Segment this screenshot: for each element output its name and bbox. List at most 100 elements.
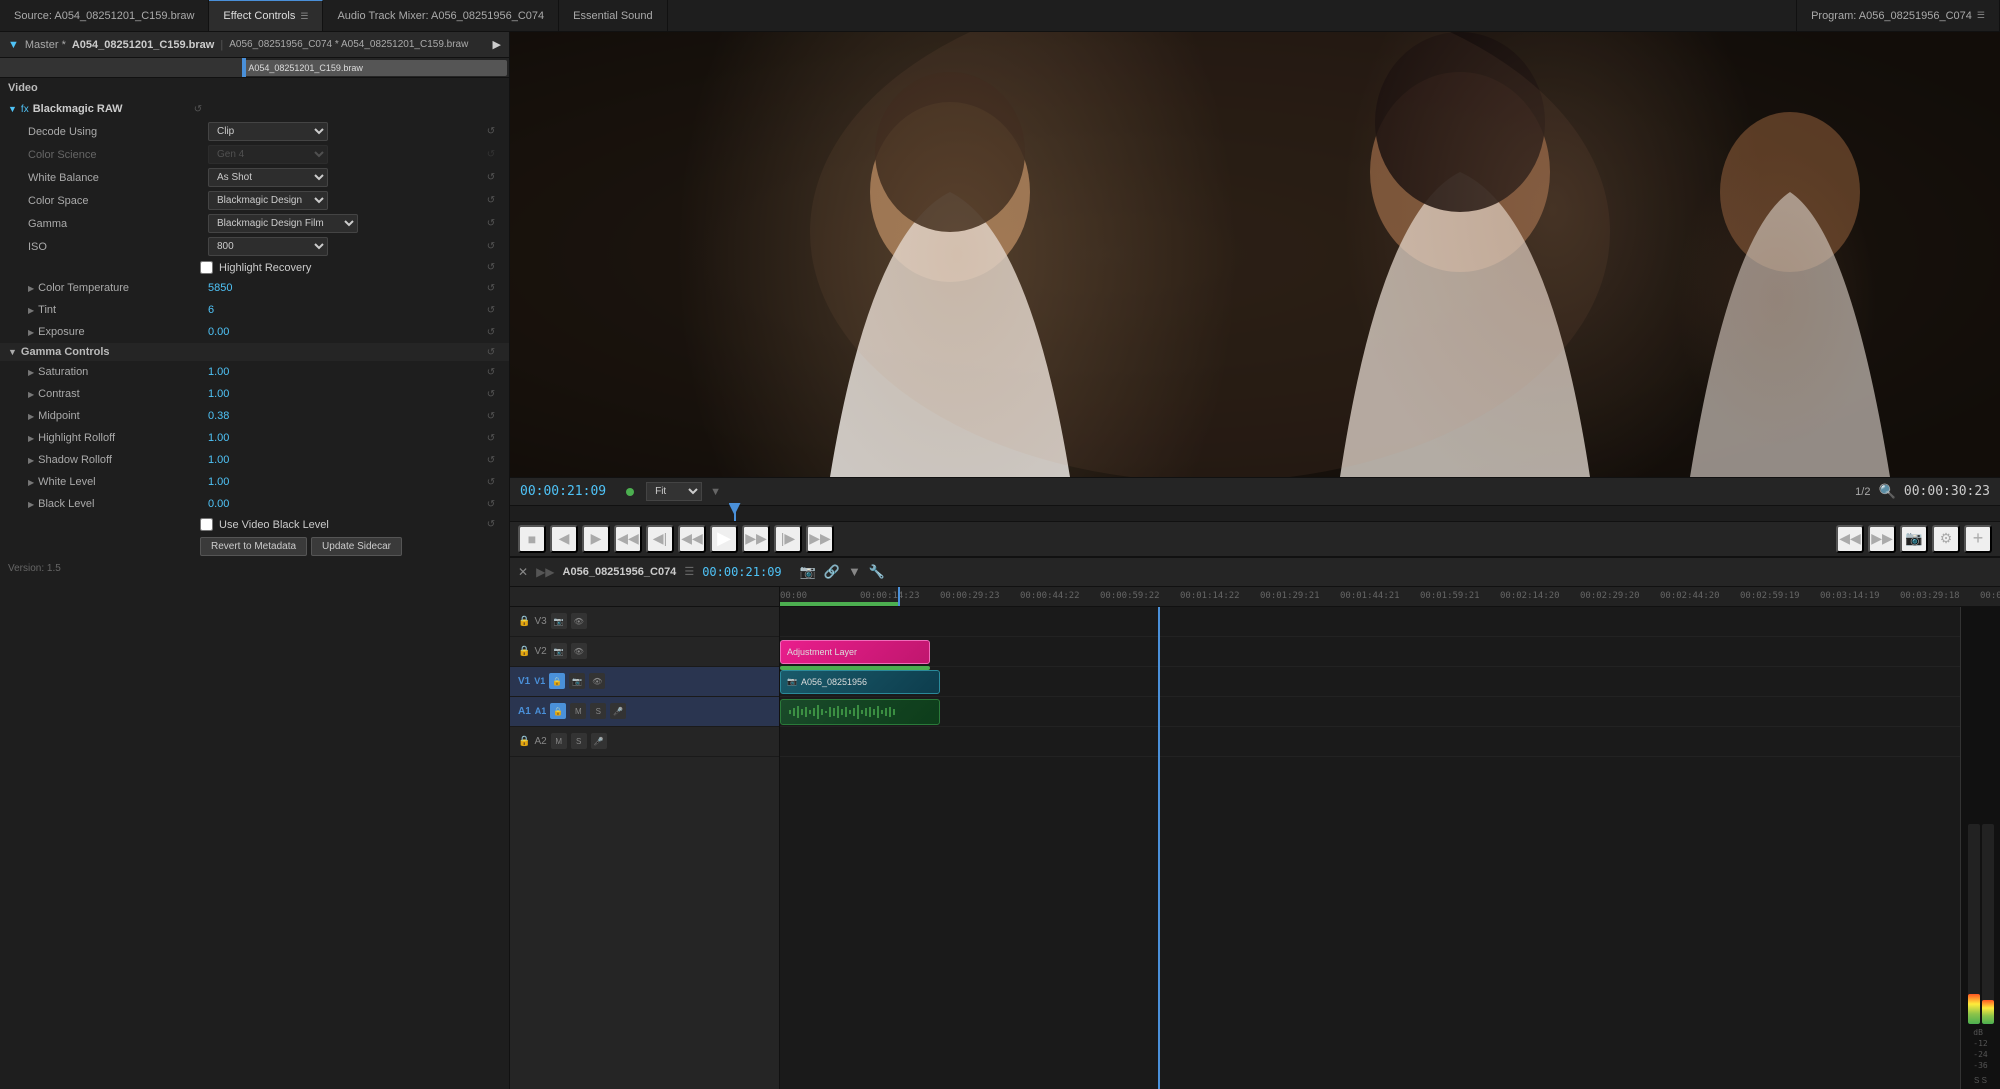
a1-toggle-btn[interactable]: M: [570, 703, 586, 719]
v3-eye-btn[interactable]: 👁: [571, 613, 587, 629]
panel-menu-icon[interactable]: ☰: [300, 11, 308, 22]
monitor-progress-bar[interactable]: [510, 505, 2000, 521]
step-forward-button[interactable]: |▶: [774, 525, 802, 553]
wl-reset[interactable]: ↺: [481, 477, 501, 488]
add-button[interactable]: +: [1964, 525, 1992, 553]
mid-chevron[interactable]: ▶: [28, 412, 34, 421]
play-button[interactable]: ▶: [710, 525, 738, 553]
color-temp-reset[interactable]: ↺: [481, 283, 501, 294]
settings-button[interactable]: ⚙: [1932, 525, 1960, 553]
zoom-icon[interactable]: 🔍: [1878, 483, 1895, 500]
update-sidecar-button[interactable]: Update Sidecar: [311, 537, 402, 556]
gamma-controls-chevron[interactable]: ▼: [8, 347, 17, 357]
tint-chevron[interactable]: ▶: [28, 306, 34, 315]
overwrite-button[interactable]: ▶▶: [1868, 525, 1896, 553]
v2-toggle-btn[interactable]: 📷: [551, 643, 567, 659]
black-level-value[interactable]: 0.00: [208, 498, 481, 510]
step-back-button[interactable]: ◀|: [646, 525, 674, 553]
contrast-value[interactable]: 1.00: [208, 388, 481, 400]
gamma-select[interactable]: Blackmagic Design Film: [208, 214, 358, 233]
color-temp-value[interactable]: 5850: [208, 282, 481, 294]
mini-timeline-strip[interactable]: A054_08251201_C159.braw: [0, 58, 509, 78]
highlight-recovery-reset[interactable]: ↺: [481, 262, 501, 273]
linked-select-button[interactable]: 🔗: [822, 562, 842, 582]
tab-effect-controls[interactable]: Effect Controls ☰: [209, 0, 323, 31]
marker-button[interactable]: ▼: [846, 562, 863, 582]
snap-button[interactable]: 📷: [798, 562, 818, 582]
sr-reset[interactable]: ↺: [481, 455, 501, 466]
add-marker-button[interactable]: ■: [518, 525, 546, 553]
v1-toggle-btn[interactable]: 📷: [569, 673, 585, 689]
a1-solo-btn[interactable]: S: [590, 703, 606, 719]
exposure-chevron[interactable]: ▶: [28, 328, 34, 337]
saturation-value[interactable]: 1.00: [208, 366, 481, 378]
video-clip-v1[interactable]: 📷 A056_08251956: [780, 670, 940, 694]
in-point-button[interactable]: ◀: [550, 525, 578, 553]
highlight-rolloff-value[interactable]: 1.00: [208, 432, 481, 444]
timeline-close-x[interactable]: ✕: [518, 565, 528, 579]
tint-value[interactable]: 6: [208, 304, 481, 316]
tab-essential-sound[interactable]: Essential Sound: [559, 0, 668, 31]
timeline-ruler[interactable]: 00:00 00:00:14:23 00:00:29:23 00:00:44:2…: [510, 587, 2000, 607]
master-expand-icon[interactable]: ▶: [493, 38, 501, 51]
white-balance-reset[interactable]: ↺: [481, 172, 501, 183]
go-to-in-button[interactable]: ◀◀: [614, 525, 642, 553]
tint-reset[interactable]: ↺: [481, 305, 501, 316]
a1-mic-btn[interactable]: 🎤: [610, 703, 626, 719]
prev-frame-button[interactable]: ◀◀: [678, 525, 706, 553]
go-to-out-button[interactable]: ▶▶: [806, 525, 834, 553]
gamma-reset[interactable]: ↺: [481, 218, 501, 229]
contrast-chevron[interactable]: ▶: [28, 390, 34, 399]
color-temp-chevron[interactable]: ▶: [28, 284, 34, 293]
next-frame-button[interactable]: ▶▶: [742, 525, 770, 553]
bl-reset[interactable]: ↺: [481, 499, 501, 510]
insert-button[interactable]: ◀◀: [1836, 525, 1864, 553]
playhead[interactable]: [734, 506, 736, 521]
fx-enabled-icon[interactable]: fx: [21, 104, 29, 115]
white-balance-select[interactable]: As Shot Daylight Custom: [208, 168, 328, 187]
iso-select[interactable]: 800 400 1600: [208, 237, 328, 256]
out-point-button[interactable]: ▶: [582, 525, 610, 553]
program-menu-icon[interactable]: ☰: [1977, 10, 1985, 21]
use-video-black-checkbox[interactable]: [200, 518, 213, 531]
decode-reset[interactable]: ↺: [481, 126, 501, 137]
timeline-expand[interactable]: ▶▶: [536, 565, 554, 579]
wrench-button[interactable]: 🔧: [867, 562, 887, 582]
iso-reset[interactable]: ↺: [481, 241, 501, 252]
export-frame-button[interactable]: 📷: [1900, 525, 1928, 553]
use-video-black-reset[interactable]: ↺: [481, 519, 501, 530]
bl-chevron[interactable]: ▶: [28, 500, 34, 509]
color-space-reset[interactable]: ↺: [481, 195, 501, 206]
audio-clip-a1[interactable]: [780, 699, 940, 725]
white-level-value[interactable]: 1.00: [208, 476, 481, 488]
sr-chevron[interactable]: ▶: [28, 456, 34, 465]
tab-source[interactable]: Source: A054_08251201_C159.braw: [0, 0, 209, 31]
tab-program[interactable]: Program: A056_08251956_C074 ☰: [1796, 0, 2000, 31]
v1-eye-btn[interactable]: 👁: [589, 673, 605, 689]
exposure-value[interactable]: 0.00: [208, 326, 481, 338]
shadow-rolloff-value[interactable]: 1.00: [208, 454, 481, 466]
highlight-recovery-checkbox[interactable]: [200, 261, 213, 274]
a2-mic-btn[interactable]: 🎤: [591, 733, 607, 749]
exposure-reset[interactable]: ↺: [481, 327, 501, 338]
mini-timeline-clip[interactable]: A054_08251201_C159.braw: [244, 60, 507, 76]
v1-lock-btn[interactable]: 🔒: [549, 673, 565, 689]
fit-select[interactable]: Fit 25% 50% 100%: [646, 482, 702, 501]
midpoint-reset[interactable]: ↺: [481, 411, 501, 422]
a2-solo-btn[interactable]: S: [571, 733, 587, 749]
a1-lock-btn[interactable]: 🔒: [550, 703, 566, 719]
contrast-reset[interactable]: ↺: [481, 389, 501, 400]
timeline-menu-icon[interactable]: ☰: [684, 565, 694, 578]
color-space-select[interactable]: Blackmagic Design: [208, 191, 328, 210]
hr-reset[interactable]: ↺: [481, 433, 501, 444]
fx-reset-main[interactable]: ↺: [188, 104, 208, 115]
saturation-reset[interactable]: ↺: [481, 367, 501, 378]
gamma-controls-reset[interactable]: ↺: [481, 347, 501, 358]
hr-chevron[interactable]: ▶: [28, 434, 34, 443]
tab-audio-mixer[interactable]: Audio Track Mixer: A056_08251956_C074: [323, 0, 559, 31]
sat-chevron[interactable]: ▶: [28, 368, 34, 377]
a2-toggle-btn[interactable]: M: [551, 733, 567, 749]
decode-using-select[interactable]: Clip Sidecar: [208, 122, 328, 141]
fx-toggle-icon[interactable]: ▼: [8, 104, 17, 114]
revert-to-metadata-button[interactable]: Revert to Metadata: [200, 537, 307, 556]
